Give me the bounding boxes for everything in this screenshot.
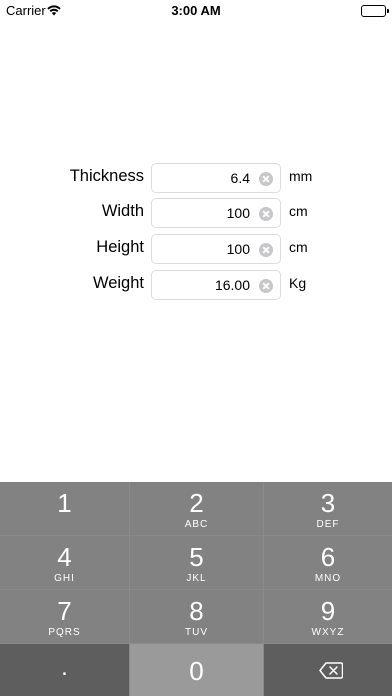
- thickness-label: Thickness: [69, 167, 144, 185]
- key-letters: PQRS: [48, 627, 81, 638]
- number-keypad: 1 2 ABC 3 DEF 4 GHI 5 JKL 6 MNO 7 PQRS 8…: [0, 482, 392, 696]
- weight-value: 16.00: [214, 277, 250, 293]
- key-letters: GHI: [54, 573, 75, 584]
- key-1[interactable]: 1: [0, 482, 129, 535]
- key-letters: TUV: [185, 627, 208, 638]
- key-digit: 2: [189, 488, 204, 518]
- width-field[interactable]: 100: [151, 198, 281, 228]
- key-digit: 5: [189, 542, 204, 572]
- width-label: Width: [101, 202, 144, 220]
- key-digit: 0: [189, 656, 204, 686]
- height-unit: cm: [289, 239, 308, 255]
- height-label: Height: [96, 238, 144, 256]
- key-digit: 7: [57, 596, 72, 626]
- clear-icon[interactable]: [259, 243, 273, 257]
- key-digit: 9: [320, 596, 336, 626]
- decimal-glyph: .: [61, 654, 68, 681]
- status-bar: Carrier 3:00 AM: [0, 0, 392, 22]
- key-0[interactable]: 0: [130, 644, 263, 696]
- clear-icon[interactable]: [259, 279, 273, 293]
- key-digit: 4: [57, 542, 72, 572]
- clear-icon[interactable]: [259, 172, 273, 186]
- thickness-field[interactable]: 6.4: [151, 163, 281, 193]
- height-field[interactable]: 100: [151, 234, 281, 264]
- decimal-key[interactable]: .: [0, 644, 129, 696]
- key-letters: ABC: [184, 519, 209, 530]
- battery-icon: [361, 5, 389, 17]
- key-digit: 8: [189, 596, 204, 626]
- key-4[interactable]: 4 GHI: [0, 536, 129, 589]
- backspace-key[interactable]: [264, 644, 392, 696]
- key-letters: JKL: [186, 573, 207, 584]
- thickness-value: 6.4: [230, 170, 250, 186]
- key-2[interactable]: 2 ABC: [130, 482, 263, 535]
- key-8[interactable]: 8 TUV: [130, 590, 263, 643]
- width-value: 100: [226, 205, 250, 221]
- key-letters: MNO: [314, 573, 342, 584]
- height-value: 100: [226, 241, 250, 257]
- height-row: Height 100 cm: [0, 234, 392, 264]
- weight-label: Weight: [92, 274, 144, 292]
- width-row: Width 100 cm: [0, 198, 392, 228]
- key-letters: DEF: [316, 519, 340, 530]
- key-6[interactable]: 6 MNO: [264, 536, 392, 589]
- thickness-unit: mm: [289, 168, 313, 184]
- key-7[interactable]: 7 PQRS: [0, 590, 129, 643]
- width-unit: cm: [289, 203, 308, 219]
- thickness-row: Thickness 6.4 mm: [0, 163, 392, 193]
- key-5[interactable]: 5 JKL: [130, 536, 263, 589]
- weight-row: Weight 16.00 Kg: [0, 270, 392, 300]
- key-digit: 6: [320, 542, 336, 572]
- key-3[interactable]: 3 DEF: [264, 482, 392, 535]
- weight-unit: Kg: [289, 275, 307, 291]
- key-letters: WXYZ: [311, 627, 345, 638]
- key-digit: 1: [57, 488, 72, 518]
- backspace-icon: [319, 662, 344, 679]
- weight-field[interactable]: 16.00: [151, 270, 281, 300]
- clock: 3:00 AM: [171, 3, 221, 18]
- clear-icon[interactable]: [259, 207, 273, 221]
- key-digit: 3: [320, 488, 336, 518]
- key-9[interactable]: 9 WXYZ: [264, 590, 392, 643]
